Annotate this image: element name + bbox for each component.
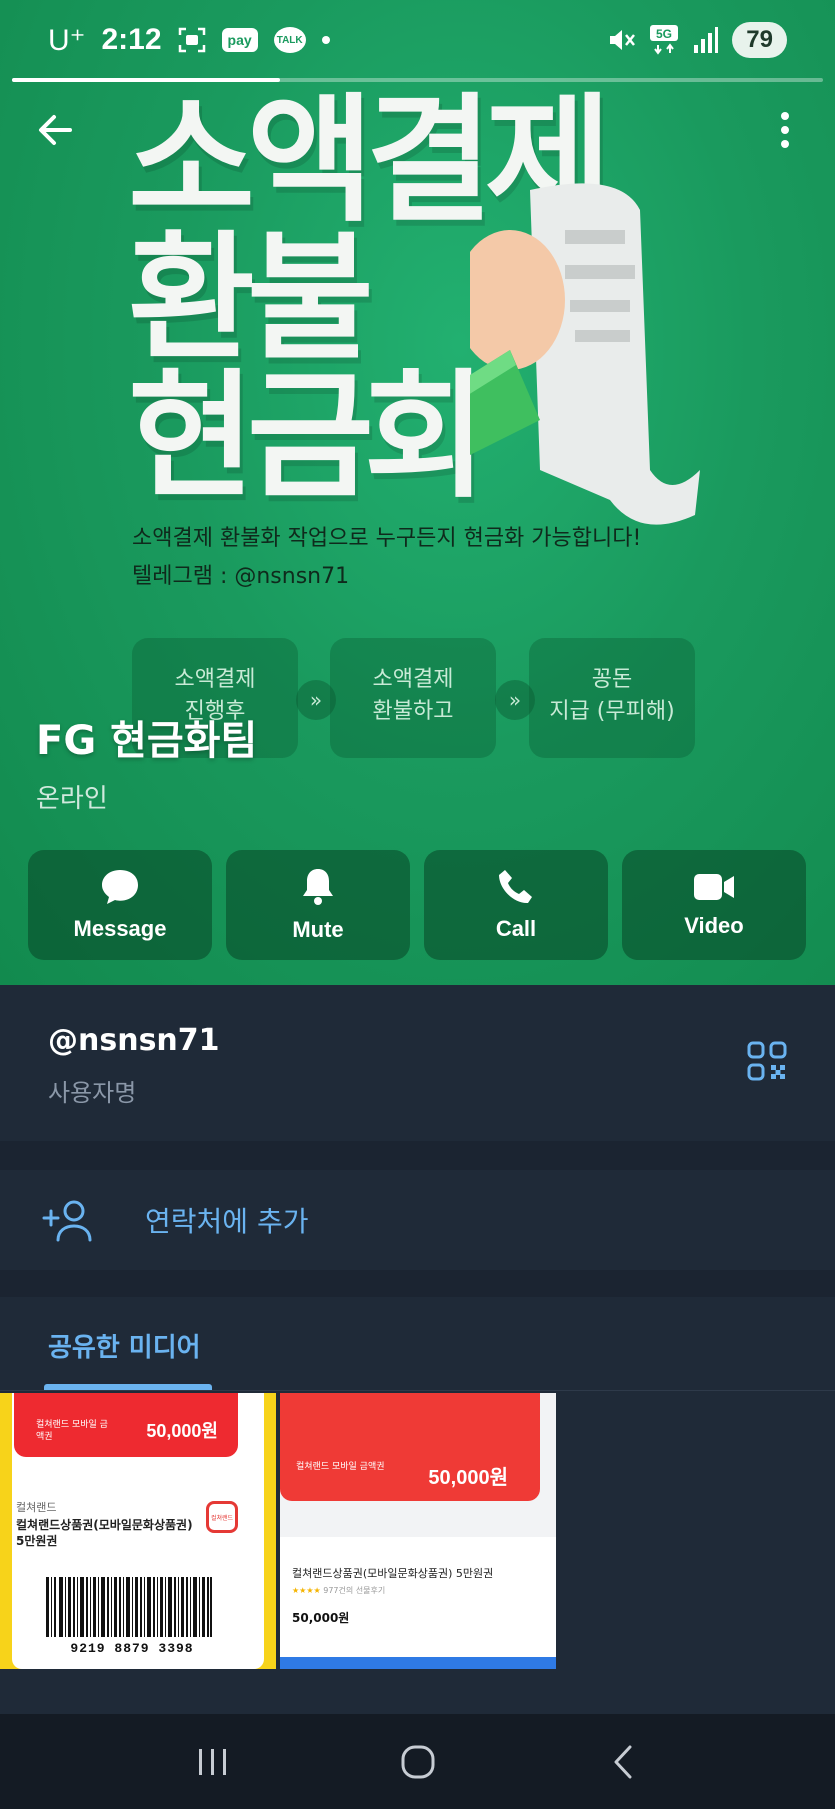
step-sub: 환불하고 bbox=[372, 699, 454, 724]
profile-photo[interactable]: 소액결제 환불 현금화 소액결제 환불화 작업으로 누구든지 현금화 가능합니다… bbox=[0, 80, 835, 760]
message-label: Message bbox=[73, 916, 167, 941]
signal-icon bbox=[692, 27, 719, 53]
gift-card-header: 컬쳐랜드 모바일 금액권 50,000원 bbox=[280, 1393, 540, 1501]
recent-apps-icon bbox=[198, 1748, 226, 1775]
product-price: 50,000원 bbox=[292, 1611, 350, 1625]
product-rating: ★★★★ 977건의 선물후기 bbox=[292, 1585, 385, 1596]
network-5g-icon: 5G bbox=[650, 25, 679, 55]
poster-caption-2: 텔레그램 : @nsnsn71 bbox=[132, 564, 350, 589]
barcode-number: 9219 8879 3398 bbox=[70, 1641, 194, 1656]
gift-card-price: 50,000원 bbox=[428, 1467, 508, 1489]
system-navigation-bar bbox=[0, 1714, 835, 1809]
step-title: 꽁돈 bbox=[591, 667, 633, 692]
bell-icon bbox=[303, 869, 333, 905]
poster-caption-1: 소액결제 환불화 작업으로 누구든지 현금화 가능합니다! bbox=[132, 526, 642, 551]
username-value: @nsnsn71 bbox=[48, 1023, 220, 1058]
profile-actions: Message Mute Call Video bbox=[28, 850, 808, 960]
poster-headline-3: 현금화 bbox=[128, 356, 493, 517]
poster-step-3: 꽁돈 지급 (무피해) bbox=[529, 638, 695, 758]
mute-icon bbox=[606, 26, 636, 54]
add-contact-row[interactable]: 연락처에 추가 bbox=[0, 1170, 835, 1270]
talk-icon: TALK bbox=[273, 27, 306, 53]
recent-apps-button[interactable] bbox=[183, 1732, 243, 1792]
home-button[interactable] bbox=[388, 1732, 448, 1792]
gift-card-issuer: 컬쳐랜드 bbox=[16, 1501, 57, 1514]
message-icon bbox=[102, 870, 138, 904]
gift-card-brand: 컬쳐랜드 모바일 금액권 bbox=[36, 1420, 108, 1442]
back-nav-button[interactable] bbox=[593, 1732, 653, 1792]
call-button[interactable]: Call bbox=[424, 850, 608, 960]
notification-dot-icon bbox=[321, 36, 330, 44]
divider bbox=[0, 1390, 835, 1391]
gift-card-brand: 컬쳐랜드 모바일 금액권 bbox=[296, 1462, 385, 1472]
cultureland-logo: 컬쳐랜드 bbox=[206, 1501, 238, 1533]
gift-card-title: 컬쳐랜드상품권(모바일문화상품권) 5만원권 bbox=[16, 1518, 193, 1548]
username-row[interactable]: @nsnsn71 사용자명 bbox=[0, 985, 835, 1141]
carrier-label: U⁺ bbox=[48, 23, 86, 57]
step-sub: 지급 (무피해) bbox=[549, 699, 675, 724]
review-count: 977건의 선물후기 bbox=[323, 1586, 386, 1595]
profile-header: 소액결제 환불 현금화 소액결제 환불화 작업으로 누구든지 현금화 가능합니다… bbox=[0, 0, 835, 985]
product-title: 컬쳐랜드상품권(모바일문화상품권) 5만원권 bbox=[292, 1567, 494, 1580]
add-contact-label: 연락처에 추가 bbox=[145, 1205, 309, 1238]
step-title: 소액결제 bbox=[174, 667, 256, 692]
username-label: 사용자명 bbox=[48, 1079, 137, 1107]
mute-button[interactable]: Mute bbox=[226, 850, 410, 960]
qr-code-button[interactable] bbox=[747, 1041, 787, 1081]
media-thumbnail-1[interactable]: 컬쳐랜드 모바일 금액권 50,000원 컬쳐랜드 컬쳐랜드상품권(모바일문화상… bbox=[0, 1393, 276, 1669]
poster-step-2: 소액결제 환불하고 bbox=[330, 638, 496, 758]
home-icon bbox=[401, 1745, 434, 1778]
gift-card-header: 컬쳐랜드 모바일 금액권 50,000원 bbox=[14, 1393, 238, 1457]
message-button[interactable]: Message bbox=[28, 850, 212, 960]
star-rating-icon: ★★★★ bbox=[292, 1586, 321, 1595]
pay-icon: pay bbox=[221, 28, 258, 52]
chevron-left-icon bbox=[614, 1745, 631, 1778]
mute-label: Mute bbox=[292, 917, 344, 942]
receipt-hand-illustration bbox=[470, 183, 700, 525]
phone-icon bbox=[499, 870, 532, 904]
arrow-left-icon bbox=[39, 115, 72, 145]
video-label: Video bbox=[684, 913, 744, 938]
qr-code-icon bbox=[747, 1041, 787, 1081]
video-icon bbox=[694, 874, 734, 900]
screenshot-icon bbox=[178, 27, 206, 53]
tab-shared-media[interactable]: 공유한 미디어 bbox=[48, 1327, 201, 1364]
shared-media-section: 공유한 미디어 컬쳐랜드 모바일 금액권 50,000원 컬쳐랜드 컬쳐랜드상품… bbox=[0, 1297, 835, 1717]
gift-card-price: 50,000원 bbox=[146, 1421, 218, 1441]
call-label: Call bbox=[495, 916, 537, 941]
product-footer-strip bbox=[280, 1657, 556, 1669]
svg-text:5G: 5G bbox=[656, 27, 672, 41]
story-progress-fill bbox=[12, 78, 280, 82]
poster-headline-2: 환불 bbox=[128, 218, 374, 379]
more-vertical-icon bbox=[781, 112, 789, 148]
add-user-icon bbox=[42, 1200, 92, 1242]
clock: 2:12 bbox=[101, 23, 162, 56]
profile-status: 온라인 bbox=[36, 784, 108, 814]
media-thumbnail-2[interactable]: 컬쳐랜드 모바일 금액권 50,000원 컬쳐랜드상품권(모바일문화상품권) 5… bbox=[280, 1393, 556, 1669]
more-options-button[interactable] bbox=[765, 104, 805, 156]
status-bar: U⁺ 2:12 pay TALK 5G 79 bbox=[0, 0, 835, 80]
back-button[interactable] bbox=[30, 104, 82, 156]
gift-card-banner: 컬쳐랜드 모바일 금액권 50,000원 bbox=[280, 1393, 556, 1537]
barcode bbox=[46, 1577, 212, 1637]
video-button[interactable]: Video bbox=[622, 850, 806, 960]
battery-indicator: 79 bbox=[732, 22, 787, 58]
step-title: 소액결제 bbox=[372, 667, 454, 692]
profile-name: FG 현금화팀 bbox=[36, 718, 258, 764]
